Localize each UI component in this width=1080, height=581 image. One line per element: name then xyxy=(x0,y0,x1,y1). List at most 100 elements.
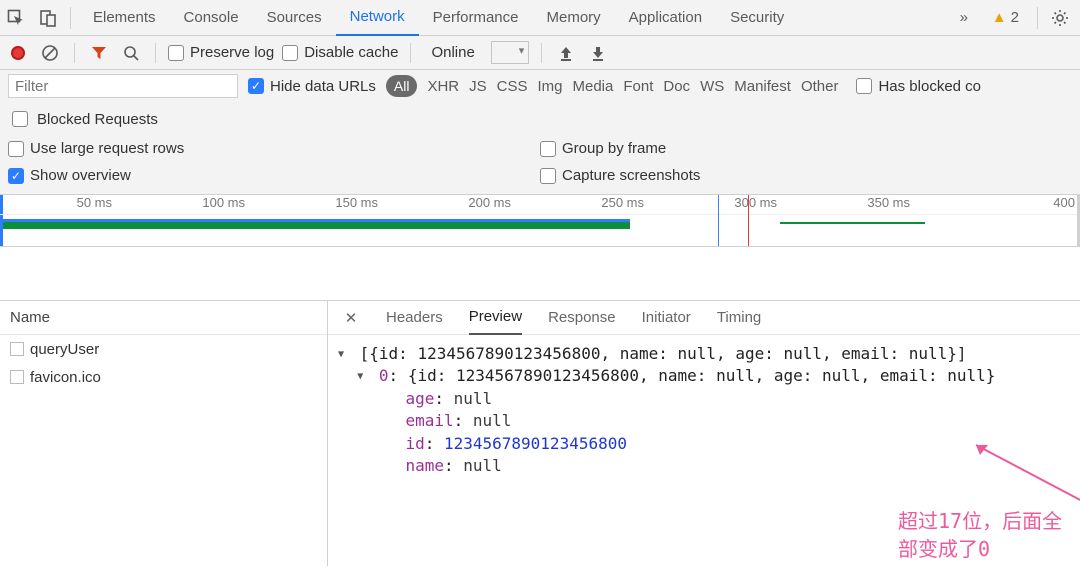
hide-data-urls-label: Hide data URLs xyxy=(270,78,376,95)
devtools-tabstrip: Elements Console Sources Network Perform… xyxy=(0,0,1080,36)
blocked-requests-label: Blocked Requests xyxy=(37,111,158,128)
preview-prop[interactable]: name: null xyxy=(338,455,1070,477)
request-list: Name queryUser favicon.ico xyxy=(0,301,328,566)
filter-type-manifest[interactable]: Manifest xyxy=(734,78,791,95)
device-toggle-icon[interactable] xyxy=(34,4,62,32)
filter-type-all[interactable]: All xyxy=(386,75,418,97)
tab-sources[interactable]: Sources xyxy=(253,0,336,36)
tab-elements[interactable]: Elements xyxy=(79,0,170,36)
record-button[interactable] xyxy=(6,41,30,65)
request-favicon xyxy=(10,342,24,356)
settings-gear-icon[interactable] xyxy=(1046,4,1074,32)
show-overview-label: Show overview xyxy=(30,167,131,184)
warnings-badge[interactable]: ▲ 2 xyxy=(982,9,1029,26)
group-by-frame-label: Group by frame xyxy=(562,140,666,157)
request-name: queryUser xyxy=(30,341,99,358)
preserve-log-checkbox[interactable]: Preserve log xyxy=(168,44,274,61)
filter-type-js[interactable]: JS xyxy=(469,78,487,95)
load-marker xyxy=(748,195,749,246)
tab-security[interactable]: Security xyxy=(716,0,798,36)
large-rows-label: Use large request rows xyxy=(30,140,184,157)
overview-timeline[interactable]: 50 ms 100 ms 150 ms 200 ms 250 ms 300 ms… xyxy=(0,195,1080,247)
preview-prop[interactable]: age: null xyxy=(338,388,1070,410)
disable-cache-checkbox[interactable]: Disable cache xyxy=(282,44,398,61)
timeline-ruler: 50 ms 100 ms 150 ms 200 ms 250 ms 300 ms… xyxy=(0,195,1080,215)
more-tabs-icon[interactable]: » xyxy=(950,9,978,26)
warning-icon: ▲ xyxy=(992,9,1007,26)
request-row[interactable]: queryUser xyxy=(0,335,327,363)
has-blocked-cookies-checkbox[interactable]: Has blocked co xyxy=(856,78,981,95)
expand-icon[interactable]: ▼ xyxy=(357,370,369,384)
tab-timing[interactable]: Timing xyxy=(717,301,761,335)
filter-type-font[interactable]: Font xyxy=(623,78,653,95)
tab-network[interactable]: Network xyxy=(336,0,419,36)
separator xyxy=(70,7,71,29)
filter-toggle-icon[interactable] xyxy=(87,41,111,65)
blocked-requests-row: Blocked Requests xyxy=(0,102,1080,136)
capture-screenshots-checkbox[interactable]: Capture screenshots xyxy=(540,167,1072,184)
tab-memory[interactable]: Memory xyxy=(533,0,615,36)
separator xyxy=(74,43,75,63)
filter-type-media[interactable]: Media xyxy=(573,78,614,95)
timeline-tick: 400 xyxy=(1053,195,1075,210)
timeline-tick: 250 ms xyxy=(601,195,644,210)
filter-type-ws[interactable]: WS xyxy=(700,78,724,95)
show-overview-checkbox[interactable]: Show overview xyxy=(8,167,540,184)
separator xyxy=(1037,7,1038,29)
inspect-element-icon[interactable] xyxy=(2,4,30,32)
network-toolbar: Preserve log Disable cache Online xyxy=(0,36,1080,70)
download-har-icon[interactable] xyxy=(586,41,610,65)
tab-performance[interactable]: Performance xyxy=(419,0,533,36)
expand-icon[interactable]: ▼ xyxy=(338,348,350,362)
filter-type-other[interactable]: Other xyxy=(801,78,839,95)
filter-type-css[interactable]: CSS xyxy=(497,78,528,95)
timeline-tick: 150 ms xyxy=(335,195,378,210)
domcontent-marker xyxy=(718,195,719,246)
preview-line[interactable]: ▼ 0: {id: 1234567890123456800, name: nul… xyxy=(338,365,1070,387)
timeline-bar xyxy=(3,219,630,229)
timeline-tick: 100 ms xyxy=(202,195,245,210)
separator xyxy=(410,43,411,63)
preview-line[interactable]: ▼ [{id: 1234567890123456800, name: null,… xyxy=(338,343,1070,365)
timeline-tick: 200 ms xyxy=(468,195,511,210)
tab-console[interactable]: Console xyxy=(170,0,253,36)
preserve-log-label: Preserve log xyxy=(190,44,274,61)
throttling-select[interactable] xyxy=(491,41,530,64)
tab-response[interactable]: Response xyxy=(548,301,616,335)
annotation-text: 超过17位，后面全部变成了0 xyxy=(898,507,1080,563)
tab-application[interactable]: Application xyxy=(615,0,716,36)
tab-headers[interactable]: Headers xyxy=(386,301,443,335)
filter-input[interactable] xyxy=(8,74,238,98)
clear-button-icon[interactable] xyxy=(38,41,62,65)
warning-count: 2 xyxy=(1011,9,1019,26)
filter-type-xhr[interactable]: XHR xyxy=(427,78,459,95)
tab-initiator[interactable]: Initiator xyxy=(642,301,691,335)
preview-prop[interactable]: id: 1234567890123456800 xyxy=(338,433,1070,455)
filter-type-doc[interactable]: Doc xyxy=(663,78,690,95)
blocked-requests-checkbox[interactable]: Blocked Requests xyxy=(8,108,158,130)
spacer xyxy=(0,247,1080,301)
separator xyxy=(155,43,156,63)
tab-preview[interactable]: Preview xyxy=(469,301,522,335)
network-options: Use large request rows Group by frame Sh… xyxy=(0,136,1080,195)
hide-data-urls-checkbox[interactable]: Hide data URLs xyxy=(248,78,376,95)
close-detail-icon[interactable]: ✕ xyxy=(342,309,360,327)
filter-type-img[interactable]: Img xyxy=(537,78,562,95)
capture-screenshots-label: Capture screenshots xyxy=(562,167,700,184)
column-header-name[interactable]: Name xyxy=(0,301,327,335)
timeline-tick: 350 ms xyxy=(867,195,910,210)
timeline-bar xyxy=(780,222,925,224)
group-by-frame-checkbox[interactable]: Group by frame xyxy=(540,140,1072,157)
request-name: favicon.ico xyxy=(30,369,101,386)
timeline-tick: 50 ms xyxy=(77,195,112,210)
request-row[interactable]: favicon.ico xyxy=(0,363,327,391)
search-icon[interactable] xyxy=(119,41,143,65)
preview-pane[interactable]: ▼ [{id: 1234567890123456800, name: null,… xyxy=(328,335,1080,566)
request-favicon xyxy=(10,370,24,384)
preview-prop[interactable]: email: null xyxy=(338,410,1070,432)
annotation-arrow xyxy=(968,437,1080,517)
upload-har-icon[interactable] xyxy=(554,41,578,65)
large-rows-checkbox[interactable]: Use large request rows xyxy=(8,140,540,157)
detail-tabs: ✕ Headers Preview Response Initiator Tim… xyxy=(328,301,1080,335)
disable-cache-label: Disable cache xyxy=(304,44,398,61)
